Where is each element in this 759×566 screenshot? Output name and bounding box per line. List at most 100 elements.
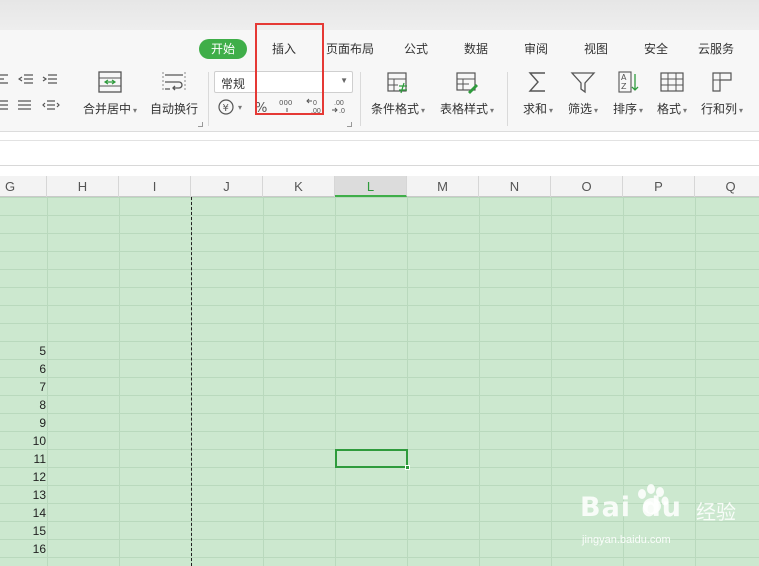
table-style-label: 表格样式 (439, 102, 488, 116)
column-header-n[interactable]: N (479, 176, 551, 197)
number-format-dialog-launcher[interactable] (347, 122, 352, 127)
merge-center-label: 合并居中 (82, 102, 131, 116)
svg-text:0: 0 (313, 100, 317, 107)
format-label: 格式 (656, 102, 681, 116)
column-headers: G H I J K L M N O P Q (0, 176, 759, 197)
fill-handle[interactable] (405, 465, 410, 470)
sort-label: 排序 (612, 102, 637, 116)
page-break-line (191, 197, 192, 566)
dropdown-caret-icon: ▾ (133, 106, 138, 115)
align-left-icon[interactable] (0, 74, 10, 86)
tab-insert[interactable]: 插入 (272, 39, 296, 59)
svg-text:▾: ▾ (238, 103, 242, 112)
ribbon-separator (208, 72, 209, 126)
format-grid-icon (660, 72, 684, 92)
percent-icon[interactable]: % (254, 99, 270, 115)
column-header-p[interactable]: P (623, 176, 695, 197)
column-header-o[interactable]: O (551, 176, 623, 197)
conditional-format-button[interactable]: 条件格式 ▾ (368, 70, 428, 120)
cell-value[interactable]: 9 (0, 414, 46, 432)
column-header-m[interactable]: M (407, 176, 479, 197)
dropdown-caret-icon: ▾ (421, 106, 426, 115)
cell-value[interactable]: 6 (0, 360, 46, 378)
sum-label: 求和 (522, 102, 547, 116)
filter-funnel-icon (570, 72, 596, 94)
sort-az-icon: AZ (618, 71, 639, 93)
column-header-g[interactable]: G (0, 176, 47, 197)
currency-icon[interactable]: ¥ ▾ (218, 99, 248, 115)
merge-center-button[interactable]: 合并居中 ▾ (80, 70, 140, 120)
baidu-jingyan-watermark: Bai du 经验 jingyan.baidu.com (580, 484, 755, 554)
dropdown-caret-icon: ▾ (594, 106, 599, 115)
column-header-q[interactable]: Q (695, 176, 759, 197)
conditional-format-icon (387, 72, 407, 94)
cell-value[interactable]: 12 (0, 468, 46, 486)
currency-symbol: ¥ (223, 103, 229, 114)
svg-text:Z: Z (621, 82, 627, 91)
table-style-icon (456, 72, 478, 94)
column-header-k[interactable]: K (263, 176, 335, 197)
conditional-format-label: 条件格式 (370, 102, 419, 116)
wrap-text-icon (162, 72, 186, 92)
tab-home[interactable]: 开始 (199, 39, 248, 59)
dropdown-caret-icon: ▾ (549, 106, 554, 115)
cell-value[interactable]: 13 (0, 486, 46, 504)
chevron-down-icon: ▼ (340, 76, 348, 85)
tab-formulas[interactable]: 公式 (404, 39, 428, 59)
formula-bar[interactable] (0, 140, 759, 166)
cell-value[interactable]: 14 (0, 504, 46, 522)
tab-page-layout[interactable]: 页面布局 (326, 39, 374, 59)
decrease-decimal-icon[interactable]: .00.0 (330, 97, 352, 115)
active-cell-selection[interactable] (335, 449, 410, 470)
column-header-i[interactable]: I (119, 176, 191, 197)
thousands-symbol: 000 (279, 99, 292, 107)
watermark-url: jingyan.baidu.com (582, 534, 671, 546)
cell-value[interactable]: 16 (0, 540, 46, 558)
cell-value[interactable]: 15 (0, 522, 46, 540)
tab-cloud-services[interactable]: 云服务 (698, 39, 734, 59)
cell-value[interactable]: 8 (0, 396, 46, 414)
increase-indent-icon[interactable] (42, 74, 58, 86)
ribbon-separator (360, 72, 361, 126)
filter-button[interactable]: 筛选 ▾ (562, 70, 604, 120)
svg-text:.00: .00 (311, 108, 321, 115)
rows-cols-button[interactable]: 行和列 ▾ (696, 70, 748, 120)
rows-cols-icon (712, 72, 732, 92)
format-button[interactable]: 格式 ▾ (652, 70, 692, 120)
ribbon-separator (507, 72, 508, 126)
tab-review[interactable]: 审阅 (524, 39, 548, 59)
column-header-l[interactable]: L (335, 176, 407, 197)
filter-label: 筛选 (567, 102, 592, 116)
watermark-cn-text: 经验 (696, 500, 736, 524)
cell-value[interactable]: 5 (0, 342, 46, 360)
justify-icon[interactable] (0, 100, 10, 112)
title-bar (0, 0, 759, 30)
cell-value[interactable]: 7 (0, 378, 46, 396)
cell-value[interactable]: 10 (0, 432, 46, 450)
column-header-h[interactable]: H (47, 176, 119, 197)
alignment-dialog-launcher[interactable] (198, 122, 203, 127)
number-format-select[interactable]: 常规 ▼ (214, 71, 353, 93)
distributed-indent-icon[interactable] (42, 100, 60, 112)
merge-cells-icon (98, 71, 122, 93)
ribbon-tab-bar: 开始 插入 页面布局 公式 数据 审阅 视图 安全 云服务 (0, 30, 759, 66)
rows-cols-label: 行和列 (700, 102, 737, 116)
svg-text:.00: .00 (334, 100, 344, 107)
sort-button[interactable]: AZ 排序 ▾ (608, 70, 648, 120)
decrease-indent-icon[interactable] (18, 74, 34, 86)
tab-data[interactable]: 数据 (464, 39, 488, 59)
dropdown-caret-icon: ▾ (683, 106, 688, 115)
percent-symbol: % (255, 101, 267, 115)
column-header-j[interactable]: J (191, 176, 263, 197)
tab-view[interactable]: 视图 (584, 39, 608, 59)
tab-security[interactable]: 安全 (644, 39, 668, 59)
svg-text:.0: .0 (339, 108, 345, 115)
thousands-separator-icon[interactable]: 000 (278, 97, 298, 115)
cell-value[interactable]: 11 (0, 450, 46, 468)
dropdown-caret-icon: ▾ (490, 106, 495, 115)
distributed-align-icon[interactable] (18, 100, 32, 112)
sum-button[interactable]: 求和 ▾ (518, 70, 558, 120)
increase-decimal-icon[interactable]: 0.00 (305, 97, 327, 115)
table-style-button[interactable]: 表格样式 ▾ (436, 70, 498, 120)
wrap-text-button[interactable]: 自动换行 (148, 70, 200, 120)
